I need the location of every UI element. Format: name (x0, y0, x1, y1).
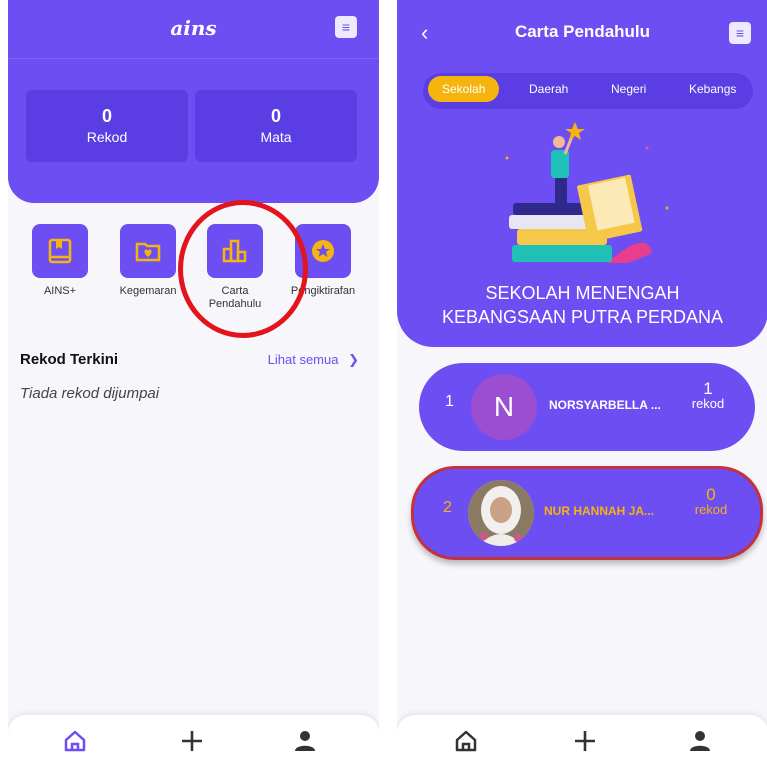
tab-state[interactable]: Negeri (611, 82, 646, 96)
record-count: 1 rekod (683, 379, 733, 411)
school-name-line1: SEKOLAH MENENGAH (485, 283, 680, 303)
tab-school[interactable]: Sekolah (428, 76, 500, 102)
rank-position: 2 (443, 499, 452, 516)
leaderboard-screen: ‹ Carta Pendahulu ≡ Sekolah Daerah Neger… (397, 0, 767, 767)
page-title: Carta Pendahulu (514, 22, 651, 41)
home-screen: ains ≡ 0 Rekod 0 Mata AINS+ Kegemaran Ca… (8, 0, 379, 767)
top-bar: ains ≡ (8, 0, 379, 59)
see-all-link[interactable]: Lihat semua ❯ (268, 352, 359, 368)
avatar: N (471, 374, 537, 440)
user-icon[interactable] (686, 727, 714, 755)
user-icon[interactable] (291, 727, 319, 755)
trophy-illustration (505, 122, 669, 263)
star-badge-icon (312, 240, 334, 262)
stat-points: 0 Mata (195, 90, 357, 162)
school-name-line2: KEBANGSAAN PUTRA PERDANA (441, 307, 724, 327)
record-count: 0 rekod (686, 485, 736, 517)
home-icon[interactable] (61, 727, 89, 755)
stat-records-value: 0 (101, 106, 112, 126)
leaderboard-row-current-user[interactable]: 2 NUR HANNAH JA... 0 rekod (411, 466, 763, 560)
folder-heart-icon (135, 242, 161, 262)
highlight-circle (178, 200, 308, 338)
home-icon[interactable] (452, 727, 480, 755)
app-logo: ains (170, 16, 217, 40)
record-count-unit: rekod (694, 502, 728, 517)
chevron-right-icon: ❯ (348, 352, 359, 367)
bottom-nav (397, 715, 767, 767)
tab-district[interactable]: Daerah (529, 82, 568, 96)
user-photo-icon (468, 480, 534, 546)
tab-national[interactable]: Kebangs (689, 82, 736, 96)
stat-points-label: Mata (260, 129, 292, 145)
student-name: NUR HANNAH JA... (544, 504, 655, 518)
menu-button[interactable]: ≡ (335, 16, 357, 38)
rank-position: 1 (445, 393, 454, 410)
book-icon (48, 238, 72, 264)
leaderboard-row[interactable]: 1 N NORSYARBELLA ... 1 rekod (419, 363, 755, 451)
recent-records-title: Rekod Terkini (20, 351, 119, 368)
record-count-unit: rekod (691, 396, 725, 411)
ains-plus-label: AINS+ (43, 285, 77, 297)
ains-plus-button[interactable] (32, 224, 88, 278)
record-count-value: 1 (703, 379, 713, 398)
stat-points-value: 0 (270, 106, 281, 126)
plus-icon[interactable] (178, 727, 206, 755)
see-all-label: Lihat semua (267, 352, 339, 367)
favorites-button[interactable] (120, 224, 176, 278)
stat-records-label: Rekod (86, 129, 128, 145)
avatar-photo (468, 480, 534, 546)
bottom-nav (8, 715, 379, 767)
student-name: NORSYARBELLA ... (549, 398, 661, 412)
stat-records: 0 Rekod (26, 90, 188, 162)
record-count-value: 0 (706, 485, 716, 504)
empty-records-text: Tiada rekod dijumpai (20, 385, 160, 402)
school-name: SEKOLAH MENENGAH KEBANGSAAN PUTRA PERDAN… (397, 281, 767, 329)
plus-icon[interactable] (571, 727, 599, 755)
scope-tabs: Sekolah Daerah Negeri Kebangs (423, 73, 753, 109)
menu-button[interactable]: ≡ (729, 22, 751, 44)
